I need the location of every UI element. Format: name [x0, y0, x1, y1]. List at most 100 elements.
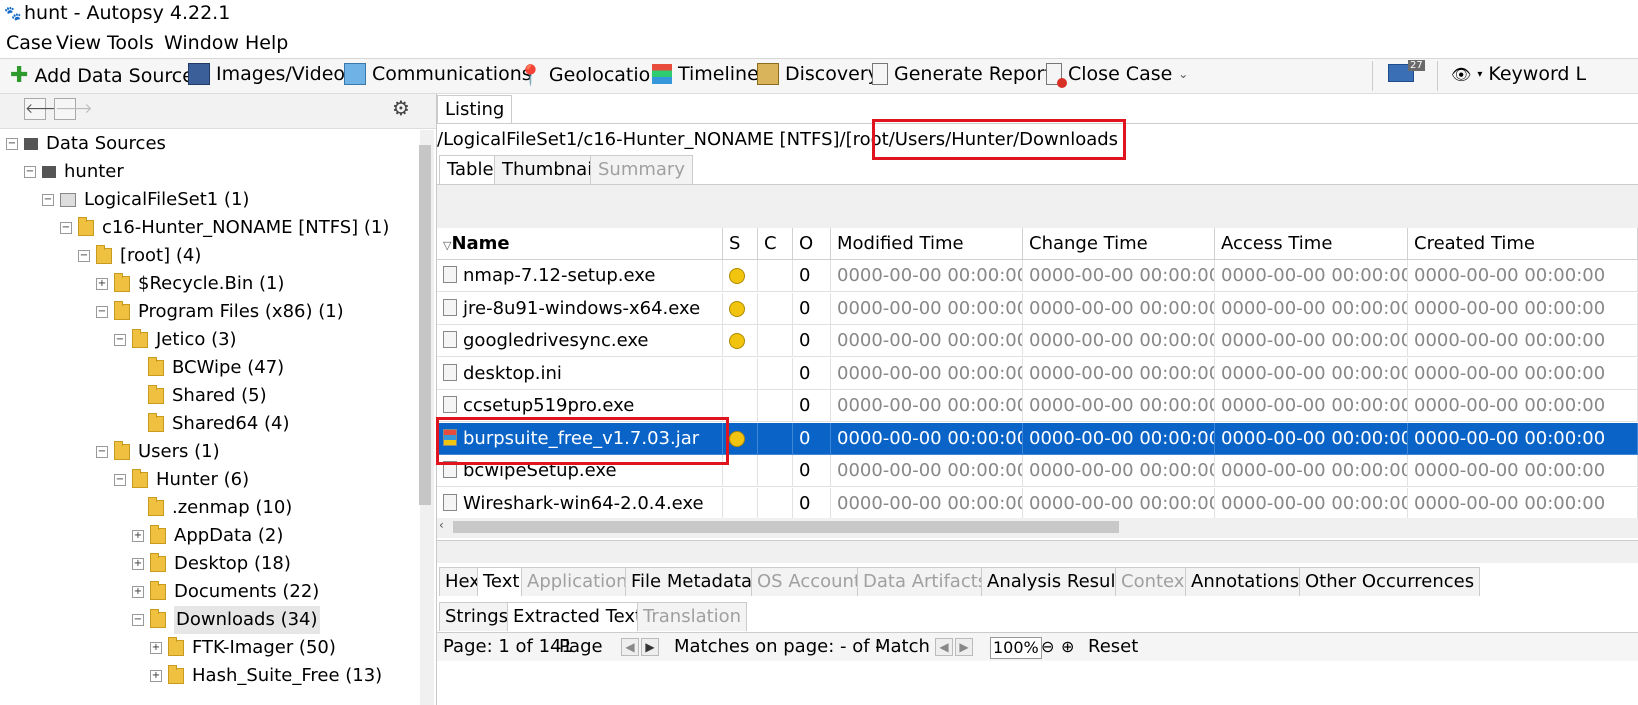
column-header-name[interactable]: ▽Name — [437, 228, 723, 260]
collapse-icon[interactable]: − — [42, 194, 54, 206]
tree-node-logicalfileset[interactable]: − LogicalFileSet1 (1) — [42, 186, 249, 214]
cell-access-time[interactable]: 0000-00-00 00:00:00 — [1215, 422, 1408, 455]
gear-icon[interactable]: ⚙ — [392, 96, 410, 120]
expand-icon[interactable]: + — [150, 670, 162, 682]
cell-created-time[interactable]: 0000-00-00 00:00:00 — [1408, 292, 1638, 325]
zoom-out-icon[interactable]: ⊖ — [1041, 635, 1054, 659]
menu-view[interactable]: View — [56, 32, 101, 54]
collapse-icon[interactable]: − — [78, 250, 90, 262]
expand-icon[interactable]: + — [132, 530, 144, 542]
splitter[interactable] — [437, 540, 1638, 563]
cell-access-time[interactable]: 0000-00-00 00:00:00 — [1215, 455, 1408, 487]
tab-os-account[interactable]: OS Account — [751, 567, 867, 596]
cell-access-time[interactable]: 0000-00-00 00:00:00 — [1215, 292, 1408, 325]
cell-created-time[interactable]: 0000-00-00 00:00:00 — [1408, 487, 1638, 518]
cell-modified-time[interactable]: 0000-00-00 00:00:00 — [831, 260, 1023, 292]
zoom-in-icon[interactable]: ⊕ — [1061, 635, 1074, 659]
match-prev-button[interactable]: ◀ — [935, 635, 953, 659]
cell-change-time[interactable]: 0000-00-00 00:00:00 — [1023, 325, 1215, 357]
cell-occurrences[interactable]: 0 — [793, 390, 831, 422]
generate-report-button[interactable]: Generate Report — [872, 63, 1052, 85]
table-row[interactable]: Wireshark-win64-2.0.4.exe 0 0000-00-00 00:… — [437, 487, 1638, 518]
tree-node-hunter-user[interactable]: − Hunter (6) — [114, 466, 249, 494]
cell-modified-time[interactable]: 0000-00-00 00:00:00 — [831, 455, 1023, 487]
close-case-button[interactable]: Close Case ⌄ — [1046, 63, 1188, 88]
cell-score[interactable] — [723, 260, 758, 292]
tab-text[interactable]: Text — [477, 567, 526, 596]
collapse-icon[interactable]: − — [114, 334, 126, 346]
cell-modified-time[interactable]: 0000-00-00 00:00:00 — [831, 390, 1023, 422]
cell-name[interactable]: googledrivesync.exe — [437, 325, 723, 357]
cell-change-time[interactable]: 0000-00-00 00:00:00 — [1023, 487, 1215, 518]
cell-modified-time[interactable]: 0000-00-00 00:00:00 — [831, 357, 1023, 390]
collapse-icon[interactable]: − — [114, 474, 126, 486]
tree-node-jetico[interactable]: − Jetico (3) — [114, 326, 237, 354]
tree-node-hash-suite[interactable]: + Hash_Suite_Free (13) — [150, 662, 382, 690]
cell-occurrences[interactable]: 0 — [793, 487, 831, 518]
keyword-lists-button[interactable]: 👁 ▾ Keyword L — [1451, 63, 1586, 85]
column-header-change-time[interactable]: Change Time — [1023, 228, 1215, 260]
cell-comment[interactable] — [758, 422, 793, 455]
cell-change-time[interactable]: 0000-00-00 00:00:00 — [1023, 390, 1215, 422]
cell-occurrences[interactable]: 0 — [793, 292, 831, 325]
tree-node-appdata[interactable]: + AppData (2) — [132, 522, 283, 550]
collapse-icon[interactable]: − — [24, 166, 36, 178]
tab-listing[interactable]: Listing — [437, 95, 513, 124]
cell-modified-time[interactable]: 0000-00-00 00:00:00 — [831, 325, 1023, 357]
tab-data-artifacts[interactable]: Data Artifacts — [857, 567, 994, 596]
cell-score[interactable] — [723, 292, 758, 325]
tab-table[interactable]: Table — [439, 155, 502, 184]
tab-strings[interactable]: Strings — [439, 602, 515, 631]
menu-help[interactable]: Help — [245, 32, 288, 54]
tab-summary[interactable]: Summary — [590, 155, 693, 184]
table-row[interactable]: desktop.ini 0 0000-00-00 00:00:00 0000-00-0… — [437, 357, 1638, 390]
cell-modified-time[interactable]: 0000-00-00 00:00:00 — [831, 422, 1023, 455]
cell-access-time[interactable]: 0000-00-00 00:00:00 — [1215, 357, 1408, 390]
cell-change-time[interactable]: 0000-00-00 00:00:00 — [1023, 292, 1215, 325]
tree-node-users[interactable]: − Users (1) — [96, 438, 220, 466]
expand-icon[interactable]: + — [132, 586, 144, 598]
tab-application[interactable]: Application — [521, 567, 634, 596]
cell-created-time[interactable]: 0000-00-00 00:00:00 — [1408, 357, 1638, 390]
timeline-button[interactable]: Timeline — [652, 63, 759, 85]
menu-window[interactable]: Window — [164, 32, 239, 54]
cell-access-time[interactable]: 0000-00-00 00:00:00 — [1215, 260, 1408, 292]
cell-comment[interactable] — [758, 455, 793, 487]
cell-change-time[interactable]: 0000-00-00 00:00:00 — [1023, 455, 1215, 487]
chevron-down-icon[interactable]: ⌄ — [1178, 67, 1188, 81]
tree-node-ftk-imager[interactable]: + FTK-Imager (50) — [150, 634, 336, 662]
tree-node-program-files[interactable]: − Program Files (x86) (1) — [96, 298, 344, 326]
cell-occurrences[interactable]: 0 — [793, 260, 831, 292]
tree-node-desktop[interactable]: + Desktop (18) — [132, 550, 291, 578]
column-header-created-time[interactable]: Created Time — [1408, 228, 1638, 260]
cell-comment[interactable] — [758, 325, 793, 357]
tree-node-data-sources[interactable]: − Data Sources — [6, 130, 166, 158]
tree-scrollbar-thumb[interactable] — [419, 145, 431, 505]
column-header-access-time[interactable]: Access Time — [1215, 228, 1408, 260]
cell-created-time[interactable]: 0000-00-00 00:00:00 — [1408, 260, 1638, 292]
discovery-button[interactable]: Discovery — [757, 63, 879, 85]
tab-thumbnail[interactable]: Thumbnail — [494, 155, 606, 184]
back-button[interactable]: 🡐 — [24, 98, 63, 120]
collapse-icon[interactable]: − — [96, 446, 108, 458]
scroll-left-icon[interactable]: ‹ — [439, 518, 444, 532]
tree-node-shared[interactable]: Shared (5) — [148, 382, 267, 410]
forward-button[interactable]: 🡒 — [54, 98, 93, 120]
cell-created-time[interactable]: 0000-00-00 00:00:00 — [1408, 422, 1638, 455]
column-header-comment[interactable]: C — [758, 228, 793, 260]
column-header-modified-time[interactable]: Modified Time — [831, 228, 1023, 260]
zoom-field[interactable]: 100% — [990, 637, 1042, 659]
table-row[interactable]: nmap-7.12-setup.exe 0 0000-00-00 00:00:00 0… — [437, 260, 1638, 292]
tab-file-metadata[interactable]: File Metadata — [625, 567, 759, 596]
cell-comment[interactable] — [758, 260, 793, 292]
match-next-button[interactable]: ▶ — [955, 635, 973, 659]
cell-name[interactable]: nmap-7.12-setup.exe — [437, 260, 723, 292]
collapse-icon[interactable]: − — [96, 306, 108, 318]
cell-comment[interactable] — [758, 487, 793, 518]
tree-node-recycle-bin[interactable]: + $Recycle.Bin (1) — [96, 270, 284, 298]
cell-occurrences[interactable]: 0 — [793, 455, 831, 487]
expand-icon[interactable]: + — [132, 558, 144, 570]
collapse-icon[interactable]: − — [132, 614, 144, 626]
tree-node-volume[interactable]: − c16-Hunter_NONAME [NTFS] (1) — [60, 214, 389, 242]
cell-occurrences[interactable]: 0 — [793, 357, 831, 390]
